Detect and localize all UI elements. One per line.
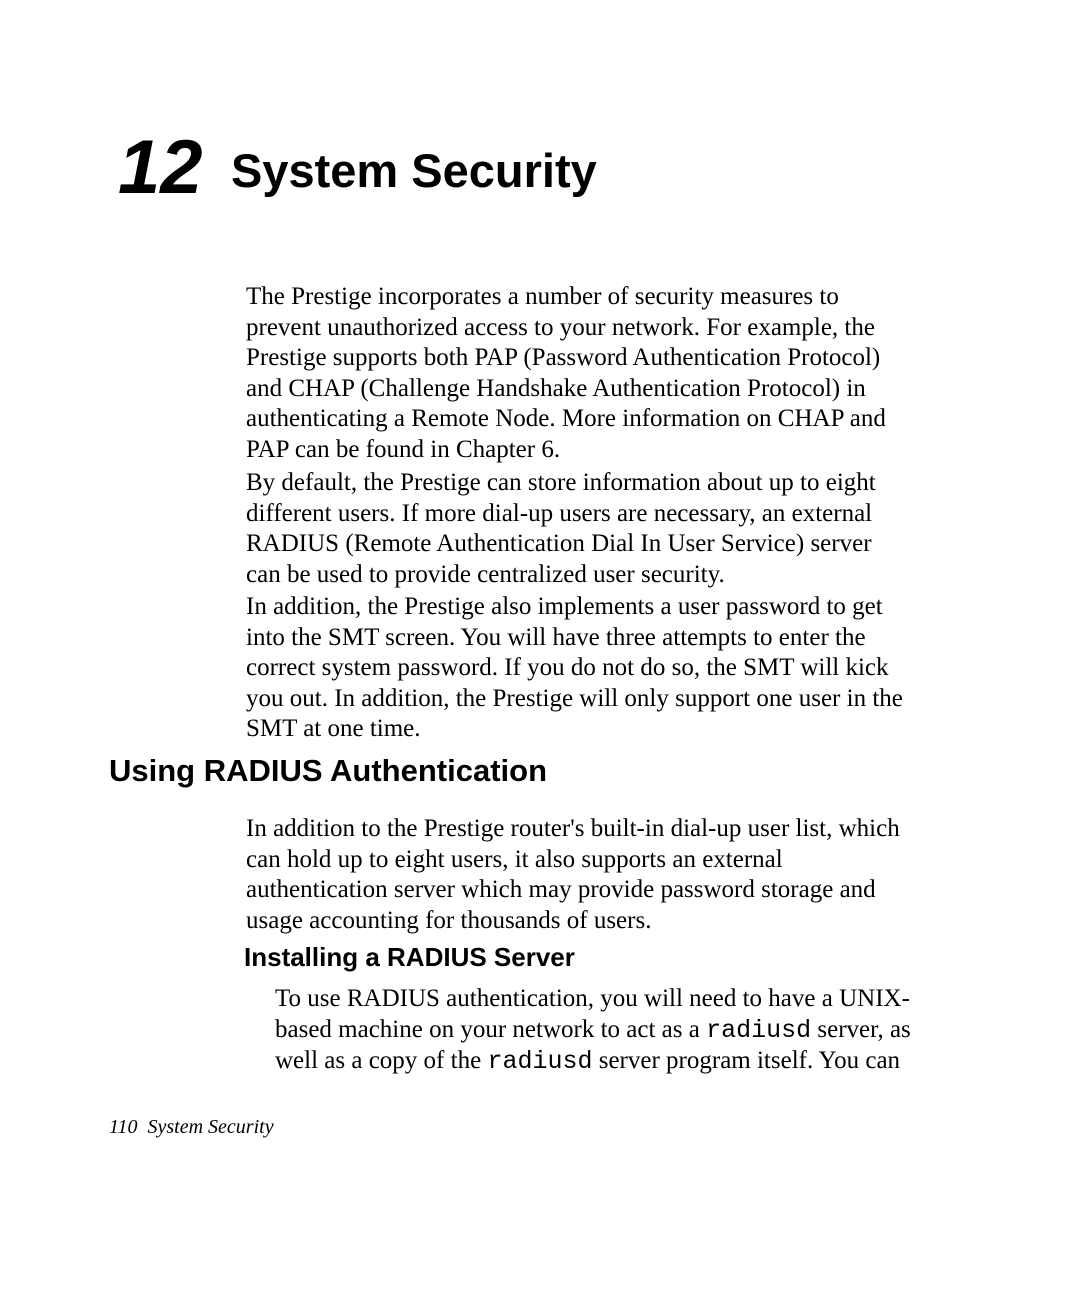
subsection-heading-installing-radius: Installing a RADIUS Server — [244, 942, 575, 973]
code-radiusd-2: radiusd — [487, 1047, 592, 1076]
chapter-number: 12 — [118, 130, 203, 206]
intro-paragraph-3: In addition, the Prestige also implement… — [246, 592, 912, 745]
radius-install-paragraph: To use RADIUS authentication, you will n… — [275, 984, 912, 1078]
text-segment: server program itself. You can — [592, 1047, 900, 1074]
page: 12 System Security The Prestige incorpor… — [0, 0, 1080, 1311]
chapter-heading: 12 System Security — [118, 130, 918, 206]
footer-page-number: 110 — [109, 1116, 138, 1138]
intro-paragraph-1: The Prestige incorporates a number of se… — [246, 282, 912, 465]
radius-paragraph-1: In addition to the Prestige router's bui… — [246, 814, 912, 936]
intro-paragraph-2: By default, the Prestige can store infor… — [246, 468, 912, 590]
footer-running-title: System Security — [148, 1116, 274, 1138]
chapter-title: System Security — [231, 147, 597, 194]
code-radiusd-1: radiusd — [706, 1016, 811, 1045]
section-heading-radius-auth: Using RADIUS Authentication — [109, 753, 547, 789]
page-footer: 110 System Security — [109, 1116, 274, 1139]
